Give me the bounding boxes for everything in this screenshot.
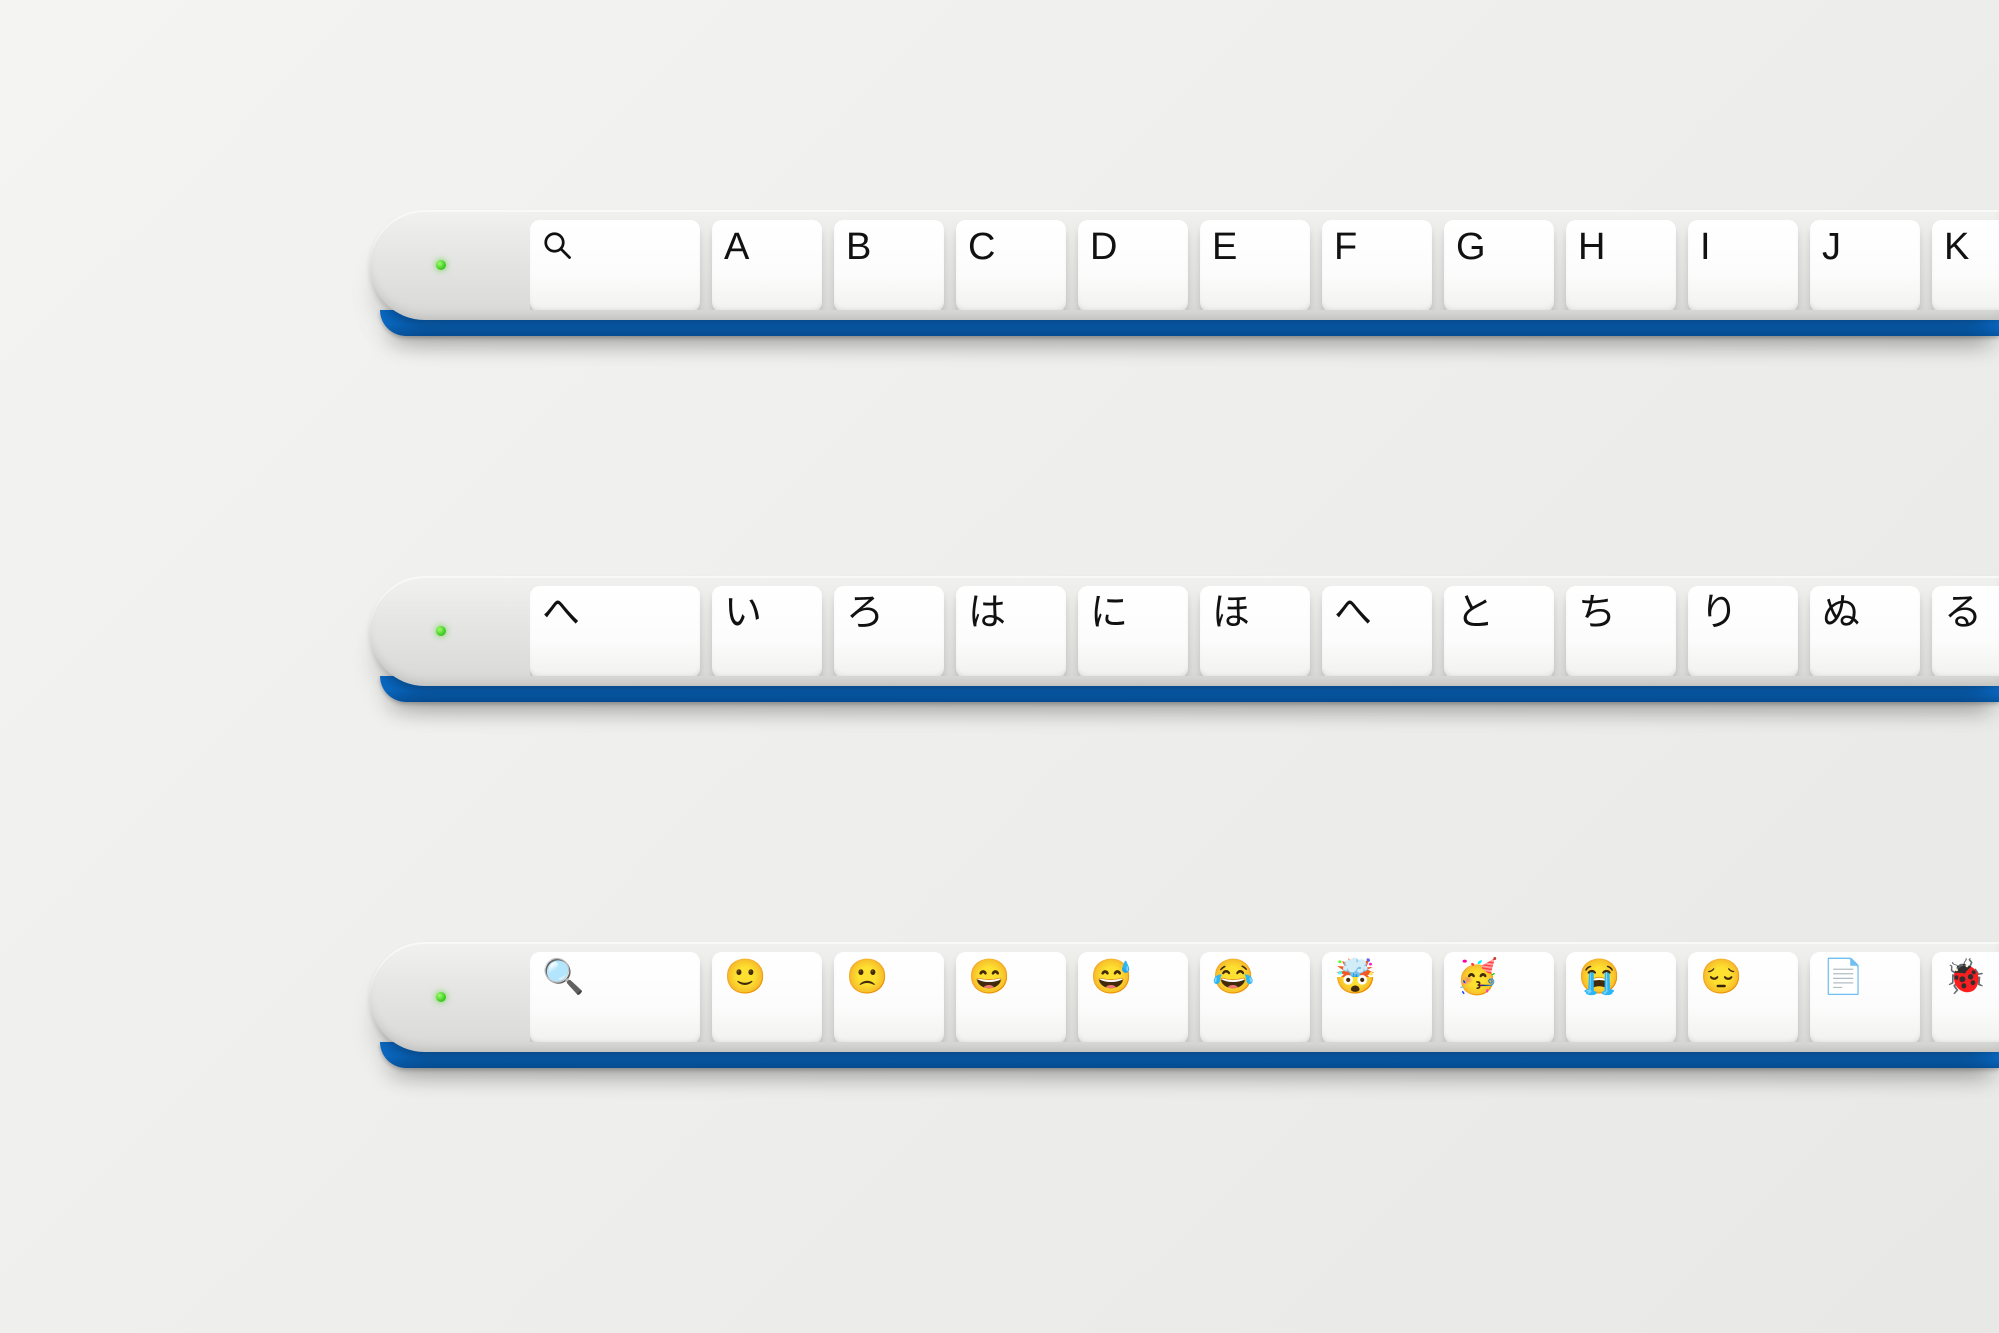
key-label: D xyxy=(1090,228,1117,266)
key-G[interactable]: G xyxy=(1444,220,1554,310)
key-label: F xyxy=(1334,228,1357,266)
key-i[interactable]: い xyxy=(712,586,822,676)
key-label: B xyxy=(846,228,871,266)
key-emoji-party[interactable]: 🥳 xyxy=(1444,952,1554,1042)
key-label: 🙂 xyxy=(724,960,766,994)
key-label: 🤯 xyxy=(1334,960,1376,994)
keyboard-body: へ い ろ は に ほ へ と ち り ぬ る xyxy=(370,576,1999,686)
key-he-first[interactable]: へ xyxy=(530,586,700,676)
product-render-stage: A B C D E F G H I J K へ い ろ は に xyxy=(0,0,1999,1333)
key-ru[interactable]: る xyxy=(1932,586,1999,676)
key-ro[interactable]: ろ xyxy=(834,586,944,676)
key-ni[interactable]: に xyxy=(1078,586,1188,676)
status-led-icon xyxy=(436,626,446,636)
key-to[interactable]: と xyxy=(1444,586,1554,676)
keyboard-body: 🔍 🙂 🙁 😄 😅 😂 🤯 🥳 😭 😔 📄 🐞 xyxy=(370,942,1999,1052)
key-label: 😭 xyxy=(1578,960,1620,994)
key-label: E xyxy=(1212,228,1237,266)
key-label: I xyxy=(1700,228,1711,266)
key-label: ほ xyxy=(1212,594,1250,632)
key-label: 🐞 xyxy=(1944,960,1986,994)
status-led-icon xyxy=(436,992,446,1002)
key-B[interactable]: B xyxy=(834,220,944,310)
key-H[interactable]: H xyxy=(1566,220,1676,310)
key-label: ろ xyxy=(846,594,884,632)
key-label: C xyxy=(968,228,995,266)
keyboard-body: A B C D E F G H I J K xyxy=(370,210,1999,320)
key-J[interactable]: J xyxy=(1810,220,1920,310)
key-he[interactable]: へ xyxy=(1322,586,1432,676)
key-E[interactable]: E xyxy=(1200,220,1310,310)
key-emoji-frown[interactable]: 🙁 xyxy=(834,952,944,1042)
key-C[interactable]: C xyxy=(956,220,1066,310)
key-emoji-smile[interactable]: 🙂 xyxy=(712,952,822,1042)
key-emoji-ladybug[interactable]: 🐞 xyxy=(1932,952,1999,1042)
key-I[interactable]: I xyxy=(1688,220,1798,310)
key-search-emoji[interactable]: 🔍 xyxy=(530,952,700,1042)
key-emoji-sweat-smile[interactable]: 😅 xyxy=(1078,952,1188,1042)
key-label: J xyxy=(1822,228,1841,266)
status-led-icon xyxy=(436,260,446,270)
key-label: ち xyxy=(1578,594,1616,632)
key-label: G xyxy=(1456,228,1486,266)
key-ha[interactable]: は xyxy=(956,586,1066,676)
key-label: り xyxy=(1700,594,1738,632)
key-label: 🥳 xyxy=(1456,960,1498,994)
key-label: H xyxy=(1578,228,1605,266)
key-label: る xyxy=(1944,594,1982,632)
key-label: い xyxy=(724,594,762,632)
key-label: 📄 xyxy=(1822,960,1864,994)
key-label: に xyxy=(1090,594,1128,632)
key-nu[interactable]: ぬ xyxy=(1810,586,1920,676)
key-label: ぬ xyxy=(1822,594,1860,632)
key-row: 🔍 🙂 🙁 😄 😅 😂 🤯 🥳 😭 😔 📄 🐞 xyxy=(530,952,1999,1042)
key-emoji-grin[interactable]: 😄 xyxy=(956,952,1066,1042)
key-label: 😄 xyxy=(968,960,1010,994)
key-row: A B C D E F G H I J K xyxy=(530,220,1999,310)
key-label: へ xyxy=(542,594,580,632)
key-emoji-exploding-head[interactable]: 🤯 xyxy=(1322,952,1432,1042)
key-label: へ xyxy=(1334,594,1372,632)
keyboard-bar-hiragana: へ い ろ は に ほ へ と ち り ぬ る xyxy=(370,576,1999,716)
keyboard-bar-emoji: 🔍 🙂 🙁 😄 😅 😂 🤯 🥳 😭 😔 📄 🐞 xyxy=(370,942,1999,1082)
keyboard-bar-latin: A B C D E F G H I J K xyxy=(370,210,1999,350)
key-ri[interactable]: り xyxy=(1688,586,1798,676)
key-label: 😅 xyxy=(1090,960,1132,994)
key-label: A xyxy=(724,228,749,266)
search-icon: 🔍 xyxy=(542,960,584,994)
key-label: は xyxy=(968,594,1006,632)
key-D[interactable]: D xyxy=(1078,220,1188,310)
key-label: 🙁 xyxy=(846,960,888,994)
key-K[interactable]: K xyxy=(1932,220,1999,310)
key-search[interactable] xyxy=(530,220,700,310)
key-label: と xyxy=(1456,594,1494,632)
key-F[interactable]: F xyxy=(1322,220,1432,310)
key-label: 😂 xyxy=(1212,960,1254,994)
key-emoji-page[interactable]: 📄 xyxy=(1810,952,1920,1042)
key-emoji-pensive[interactable]: 😔 xyxy=(1688,952,1798,1042)
key-ho[interactable]: ほ xyxy=(1200,586,1310,676)
key-A[interactable]: A xyxy=(712,220,822,310)
key-emoji-joy[interactable]: 😂 xyxy=(1200,952,1310,1042)
key-row: へ い ろ は に ほ へ と ち り ぬ る xyxy=(530,586,1999,676)
key-label: 😔 xyxy=(1700,960,1742,994)
key-chi[interactable]: ち xyxy=(1566,586,1676,676)
key-label: K xyxy=(1944,228,1969,266)
key-emoji-sob[interactable]: 😭 xyxy=(1566,952,1676,1042)
search-icon xyxy=(542,230,572,260)
